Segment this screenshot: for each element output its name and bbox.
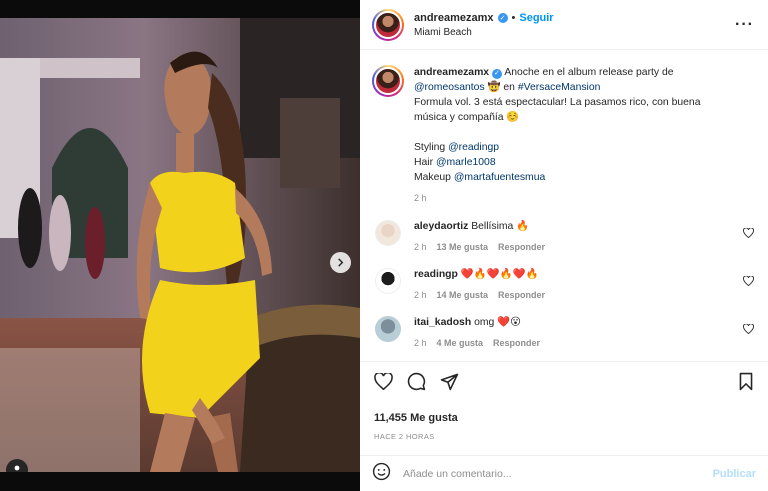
like-comment-icon[interactable] bbox=[743, 227, 754, 241]
caption-text: Makeup bbox=[414, 172, 451, 183]
mention-link[interactable]: @readingp bbox=[448, 142, 499, 153]
caption-emoji: ☺️ bbox=[506, 112, 520, 123]
comment-likes[interactable]: 13 Me gusta bbox=[437, 240, 489, 254]
like-comment-icon[interactable] bbox=[743, 323, 754, 337]
caption-text: Formula vol. 3 está espectacular! La pas… bbox=[414, 97, 701, 123]
mention-link[interactable]: @martafuentesmua bbox=[454, 172, 545, 183]
caption-time[interactable]: 2 h bbox=[414, 191, 734, 206]
commenter-avatar[interactable] bbox=[375, 316, 401, 342]
comment-text: Bellísima 🔥 bbox=[471, 221, 530, 232]
caption-text: Anoche en el album release party de bbox=[504, 67, 674, 78]
emoji-icon[interactable] bbox=[372, 462, 391, 486]
share-icon[interactable] bbox=[440, 372, 459, 396]
commenter-username[interactable]: itai_kadosh bbox=[414, 317, 471, 328]
author-avatar[interactable] bbox=[372, 8, 404, 41]
comment-text: ❤️🔥❤️🔥❤️🔥 bbox=[460, 269, 539, 280]
comment-time[interactable]: 2 h bbox=[414, 240, 427, 254]
post-header: andreamezamx ✓ • Seguir Miami Beach ··· bbox=[360, 0, 768, 50]
commenter-username[interactable]: readingp bbox=[414, 269, 458, 280]
post-location[interactable]: Miami Beach bbox=[414, 27, 735, 38]
instagram-post-modal: andreamezamx ✓ • Seguir Miami Beach ··· … bbox=[0, 0, 768, 491]
comment-time[interactable]: 2 h bbox=[414, 336, 427, 350]
bookmark-icon[interactable] bbox=[738, 372, 754, 396]
commenter-avatar[interactable] bbox=[375, 268, 401, 294]
more-options-icon[interactable]: ··· bbox=[735, 16, 754, 34]
author-username[interactable]: andreamezamx bbox=[414, 12, 494, 24]
like-icon[interactable] bbox=[374, 371, 393, 395]
follow-button[interactable]: Seguir bbox=[519, 12, 553, 24]
caption-text: en bbox=[503, 82, 515, 93]
comment-item: aleydaortiz Bellísima 🔥 2 h 13 Me gusta … bbox=[372, 220, 756, 254]
post-timestamp: HACE 2 HORAS bbox=[374, 432, 435, 441]
post-image bbox=[0, 18, 360, 472]
caption-username[interactable]: andreamezamx bbox=[414, 67, 489, 78]
post-caption: andreamezamx ✓ Anoche en el album releas… bbox=[372, 65, 756, 206]
reply-button[interactable]: Responder bbox=[498, 240, 545, 254]
comment-likes[interactable]: 4 Me gusta bbox=[437, 336, 484, 350]
comment-item: readingp ❤️🔥❤️🔥❤️🔥 2 h 14 Me gusta Respo… bbox=[372, 268, 756, 302]
comment-text: omg ❤️😮 bbox=[474, 317, 521, 328]
comment-input[interactable] bbox=[403, 467, 713, 480]
caption-text: Styling bbox=[414, 142, 446, 153]
verified-badge-icon: ✓ bbox=[497, 12, 508, 23]
post-photo[interactable] bbox=[0, 18, 360, 472]
chevron-right-icon bbox=[338, 258, 344, 267]
caption-emoji: 🤠 bbox=[487, 82, 501, 93]
verified-badge-icon: ✓ bbox=[491, 68, 502, 79]
caption-text: Hair bbox=[414, 157, 434, 168]
mention-link[interactable]: @marle1008 bbox=[436, 157, 496, 168]
hashtag-link[interactable]: #VersaceMansion bbox=[518, 82, 601, 93]
person-icon bbox=[14, 465, 20, 471]
add-comment-bar: Publicar bbox=[360, 455, 768, 491]
like-comment-icon[interactable] bbox=[743, 275, 754, 289]
reply-button[interactable]: Responder bbox=[498, 288, 545, 302]
post-actions: 11,455 Me gusta HACE 2 HORAS bbox=[360, 361, 768, 441]
comment-time[interactable]: 2 h bbox=[414, 288, 427, 302]
comments-list: andreamezamx ✓ Anoche en el album releas… bbox=[360, 51, 768, 361]
reply-button[interactable]: Responder bbox=[493, 336, 540, 350]
post-details-panel: andreamezamx ✓ • Seguir Miami Beach ··· … bbox=[360, 0, 768, 491]
likes-count[interactable]: 11,455 Me gusta bbox=[374, 412, 754, 424]
commenter-username[interactable]: aleydaortiz bbox=[414, 221, 468, 232]
mention-link[interactable]: @romeosantos bbox=[414, 82, 485, 93]
comment-item: itai_kadosh omg ❤️😮 2 h 4 Me gusta Respo… bbox=[372, 316, 756, 350]
caption-author-avatar[interactable] bbox=[372, 65, 404, 97]
comment-icon[interactable] bbox=[407, 372, 426, 396]
commenter-avatar[interactable] bbox=[375, 220, 401, 246]
next-photo-button[interactable] bbox=[330, 252, 351, 273]
publish-button[interactable]: Publicar bbox=[713, 468, 756, 480]
comment-likes[interactable]: 14 Me gusta bbox=[437, 288, 489, 302]
